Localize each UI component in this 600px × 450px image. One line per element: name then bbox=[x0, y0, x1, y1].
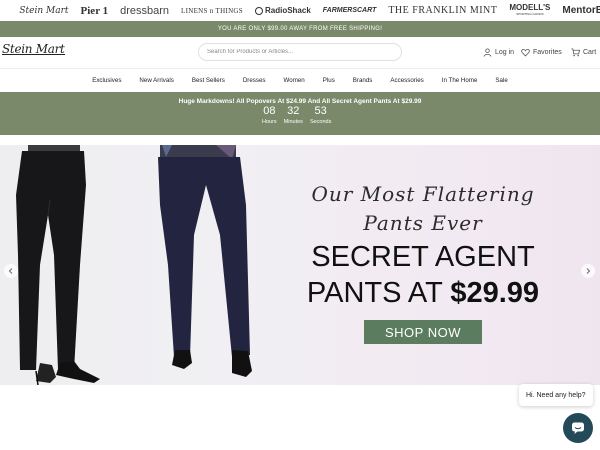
brand-dressbarn[interactable]: dressbarn bbox=[114, 0, 175, 21]
brand-farmerscart[interactable]: FARMERSCART bbox=[317, 0, 383, 21]
brand-franklin-mint[interactable]: THE FRANKLIN MINT bbox=[382, 0, 503, 21]
hero-headline-line1: SECRET AGENT bbox=[311, 241, 535, 273]
countdown-seconds-value: 53 bbox=[314, 105, 327, 117]
hero-headline-line2: PANTS AT $29.99 bbox=[300, 277, 546, 309]
login-label: Log in bbox=[495, 49, 515, 56]
nav-item-brands[interactable]: Brands bbox=[344, 77, 382, 84]
hero-script-line2: Pants Ever bbox=[363, 211, 483, 235]
shop-now-button[interactable]: SHOP NOW bbox=[364, 320, 482, 344]
nav-item-sale[interactable]: Sale bbox=[486, 77, 516, 84]
brand-linens-n-things[interactable]: LINENS n THINGS bbox=[175, 0, 249, 21]
hero-models-image bbox=[16, 145, 252, 385]
carousel-next-button[interactable] bbox=[581, 264, 595, 278]
radioshack-logo-icon bbox=[254, 6, 263, 15]
hero-banner[interactable]: Our Most Flattering Pants Ever SECRET AG… bbox=[0, 145, 600, 385]
hero-headline-prefix: PANTS AT bbox=[306, 277, 451, 309]
favorites-label: Favorites bbox=[533, 49, 562, 56]
countdown-minutes-value: 32 bbox=[287, 105, 300, 117]
heart-icon bbox=[521, 48, 530, 57]
hero-script-line1: Our Most Flattering bbox=[311, 182, 535, 206]
nav-item-in-the-home[interactable]: In The Home bbox=[433, 77, 487, 84]
chat-greeting-bubble[interactable]: Hi. Need any help? bbox=[519, 384, 593, 406]
brand-bar: Stein Mart Pier 1 dressbarn LINENS n THI… bbox=[0, 0, 600, 21]
chat-greeting-text: Hi. Need any help? bbox=[526, 391, 586, 399]
search-input[interactable] bbox=[198, 43, 402, 61]
shipping-banner: YOU ARE ONLY $99.00 AWAY FROM FREE SHIPP… bbox=[0, 21, 600, 37]
main-nav: Exclusives New Arrivals Best Sellers Dre… bbox=[0, 68, 600, 92]
chat-icon bbox=[572, 422, 584, 434]
brand-radioshack-label: RadioShack bbox=[264, 6, 311, 15]
cart-icon bbox=[571, 48, 580, 57]
nav-item-exclusives[interactable]: Exclusives bbox=[83, 77, 130, 84]
carousel-prev-button[interactable] bbox=[4, 264, 18, 278]
countdown-hours-label: Hours bbox=[262, 119, 277, 125]
countdown-seconds: 53 Seconds bbox=[310, 105, 331, 126]
chevron-left-icon bbox=[8, 268, 13, 274]
countdown-timer: 08 Hours 32 Minutes 53 Seconds bbox=[262, 105, 331, 126]
nav-item-dresses[interactable]: Dresses bbox=[234, 77, 275, 84]
brand-stein-mart[interactable]: Stein Mart bbox=[13, 0, 74, 21]
brand-modells[interactable]: MODELL'S SPORTING GOODS bbox=[503, 0, 556, 21]
nav-item-accessories[interactable]: Accessories bbox=[381, 77, 432, 84]
nav-item-best-sellers[interactable]: Best Sellers bbox=[183, 77, 234, 84]
countdown-hours-value: 08 bbox=[263, 105, 276, 117]
brand-mentorbox[interactable]: MentorBox bbox=[556, 0, 600, 21]
countdown-minutes-label: Minutes bbox=[283, 119, 303, 125]
hero-price: $29.99 bbox=[450, 277, 540, 309]
nav-item-women[interactable]: Women bbox=[275, 77, 314, 84]
cart-link[interactable]: Cart bbox=[571, 48, 596, 57]
chevron-right-icon bbox=[586, 268, 591, 274]
brand-modells-sub: SPORTING GOODS bbox=[516, 11, 544, 16]
promo-text: Huge Markdowns! All Popovers At $24.99 A… bbox=[178, 98, 422, 105]
countdown-seconds-label: Seconds bbox=[309, 119, 332, 125]
countdown-minutes: 32 Minutes bbox=[284, 105, 303, 126]
chat-button[interactable] bbox=[563, 413, 593, 443]
brand-pier1[interactable]: Pier 1 bbox=[75, 0, 115, 21]
brand-radioshack[interactable]: RadioShack bbox=[249, 0, 317, 21]
login-link[interactable]: Log in bbox=[483, 48, 514, 57]
user-icon bbox=[483, 48, 492, 57]
site-logo[interactable]: Stein Mart bbox=[2, 42, 65, 56]
shipping-text: YOU ARE ONLY $99.00 AWAY FROM FREE SHIPP… bbox=[217, 26, 383, 32]
promo-banner[interactable]: Huge Markdowns! All Popovers At $24.99 A… bbox=[0, 92, 600, 135]
cart-label: Cart bbox=[583, 49, 597, 56]
favorites-link[interactable]: Favorites bbox=[521, 48, 562, 57]
countdown-hours: 08 Hours bbox=[262, 105, 277, 126]
nav-item-plus[interactable]: Plus bbox=[314, 77, 344, 84]
nav-item-new-arrivals[interactable]: New Arrivals bbox=[130, 77, 182, 84]
site-header: Stein Mart Log in Favorites Cart bbox=[0, 37, 600, 68]
